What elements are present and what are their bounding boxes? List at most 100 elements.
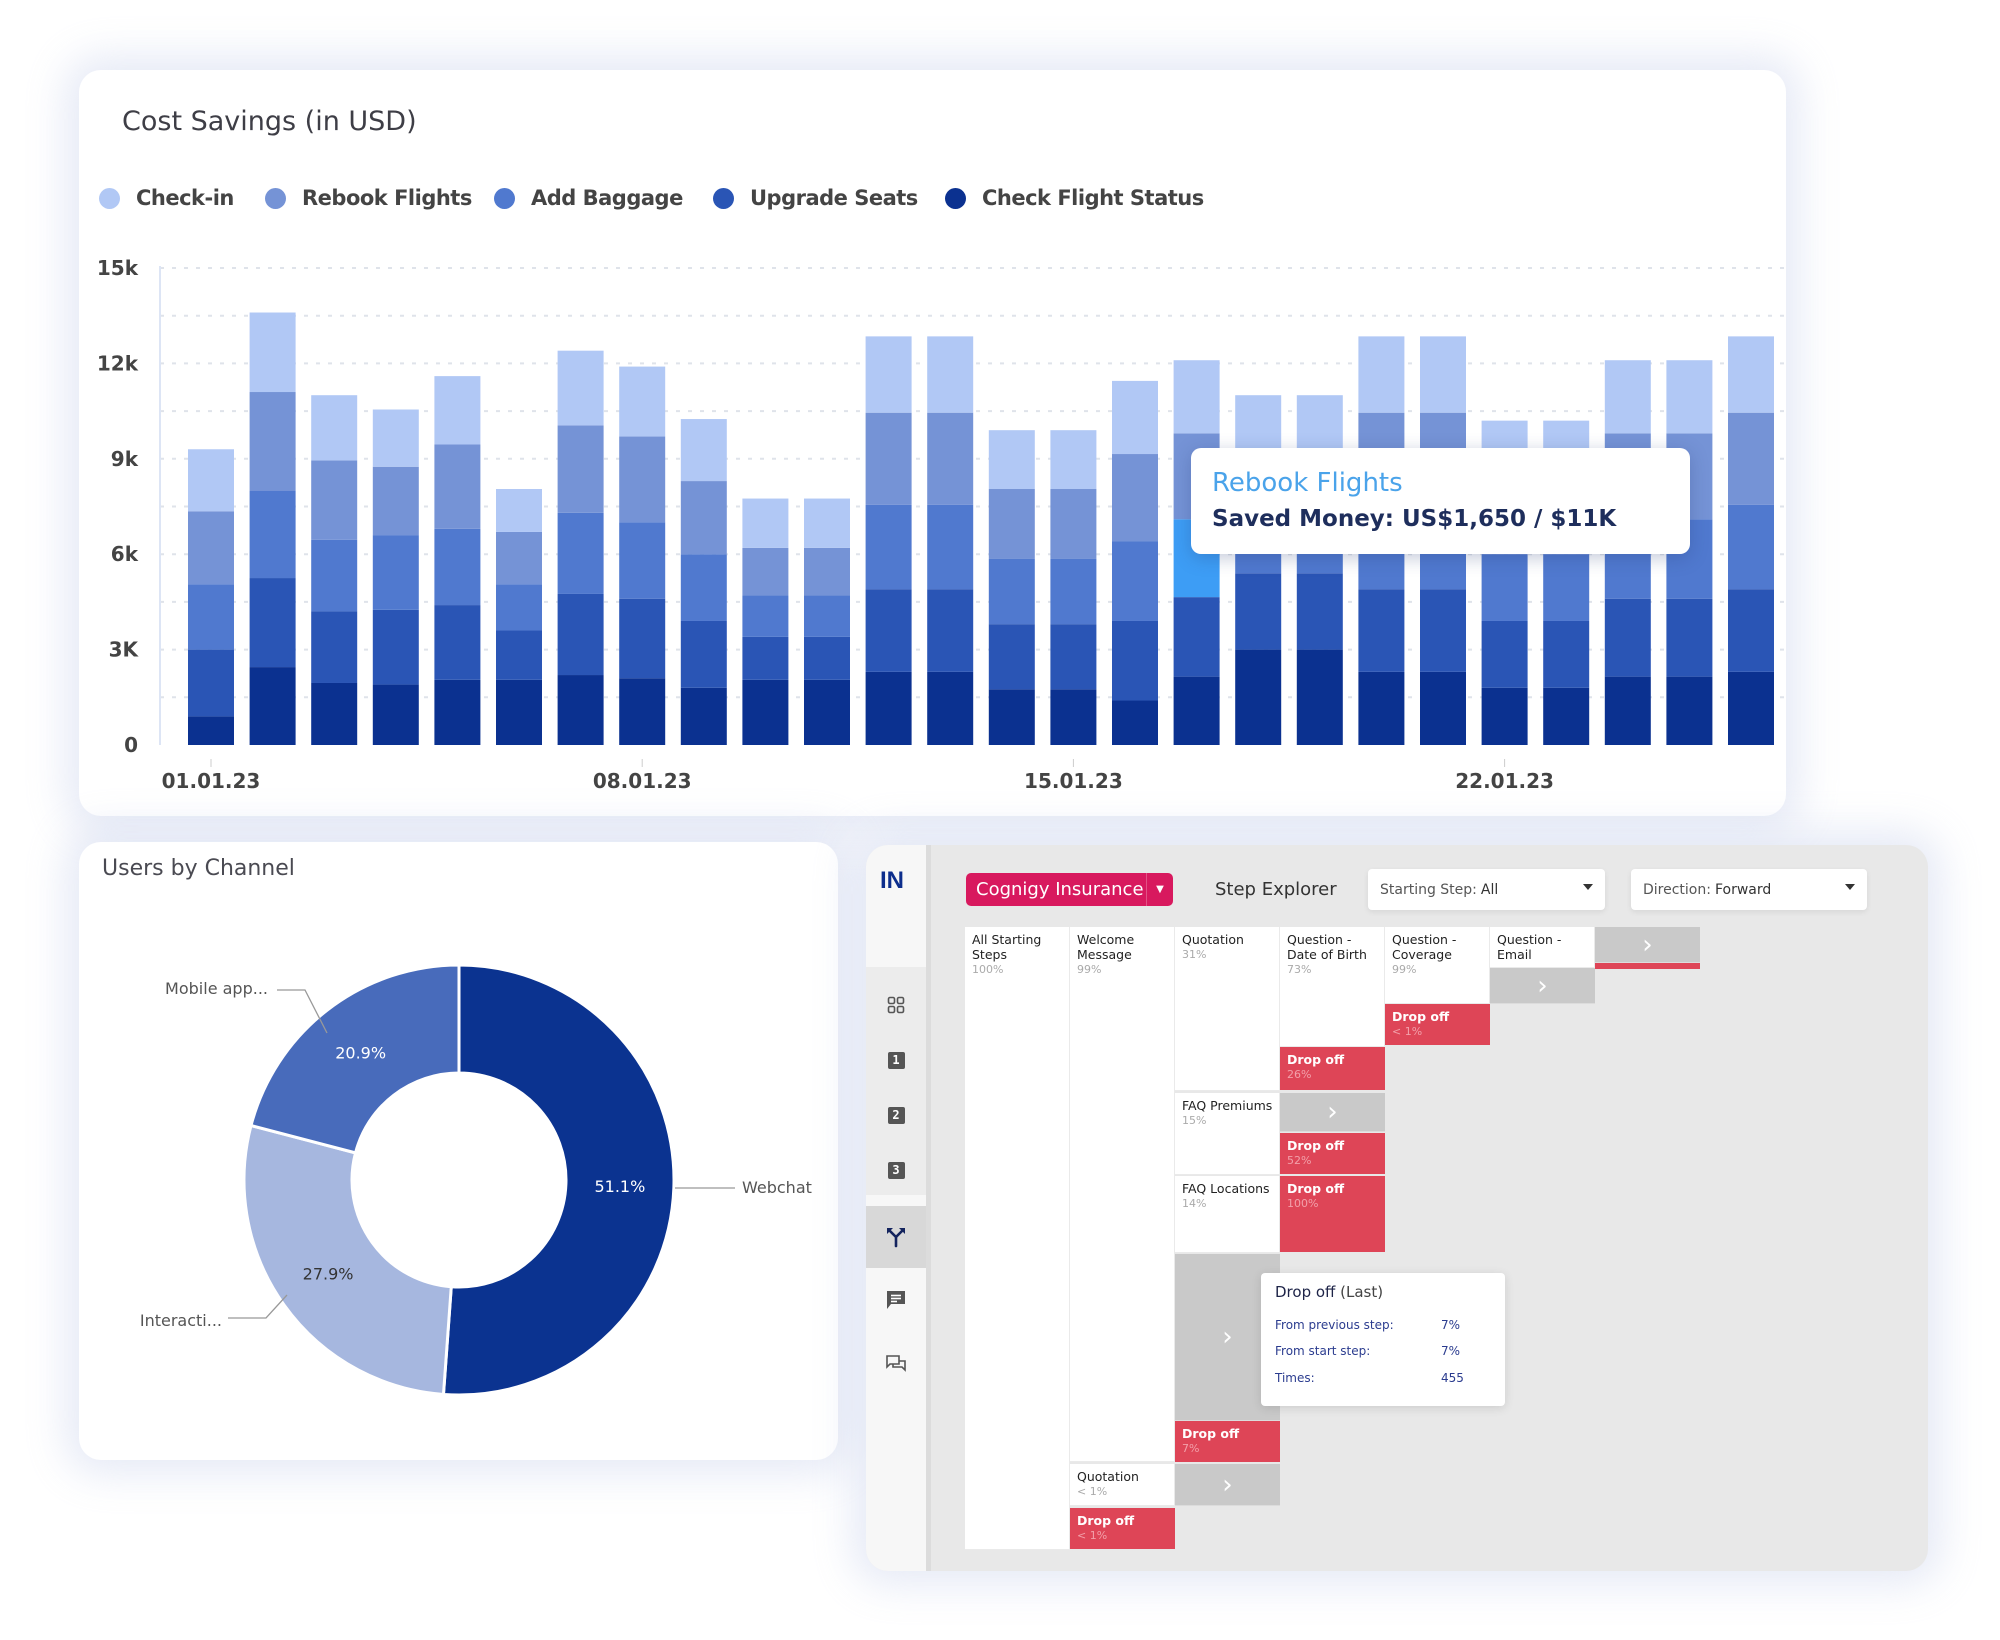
bar-segment-upgrade-seats[interactable]: [988, 624, 1035, 690]
bar-segment-add-baggage[interactable]: [865, 504, 912, 590]
bar-segment-add-baggage[interactable]: [927, 504, 974, 590]
bar-segment-rebook-flights[interactable]: [496, 531, 542, 585]
bar-segment-check-flight-status[interactable]: [988, 689, 1035, 745]
bar-segment-add-baggage[interactable]: [988, 558, 1035, 625]
step-node-faq-premiums[interactable]: FAQ Premiums 15%: [1175, 1093, 1280, 1175]
step-node-quotation[interactable]: Quotation 31%: [1175, 927, 1280, 1091]
step-node-all-starting-steps[interactable]: All Starting Steps 100%: [965, 927, 1070, 1550]
bar-segment-rebook-flights[interactable]: [619, 436, 666, 523]
bar-segment-check-flight-status[interactable]: [557, 675, 604, 745]
app-logo[interactable]: IN: [880, 867, 904, 895]
bar-segment-check-in[interactable]: [372, 409, 419, 467]
bar-segment-check-in[interactable]: [865, 336, 912, 413]
grid-icon[interactable]: [866, 990, 926, 1020]
bar-segment-check-in[interactable]: [249, 312, 296, 393]
bar-segment-check-flight-status[interactable]: [372, 684, 419, 745]
bar-segment-check-flight-status[interactable]: [1173, 676, 1220, 745]
bar-segment-check-flight-status[interactable]: [1358, 671, 1405, 745]
branch-icon[interactable]: [866, 1206, 926, 1268]
bar-segment-upgrade-seats[interactable]: [1296, 573, 1343, 650]
expand-step-button[interactable]: ›: [1175, 1464, 1280, 1506]
bar-segment-check-flight-status[interactable]: [1604, 676, 1651, 745]
bar-segment-check-flight-status[interactable]: [1112, 700, 1158, 745]
bar-segment-rebook-flights[interactable]: [1050, 489, 1097, 559]
bar-segment-check-in[interactable]: [557, 350, 604, 426]
bar-segment-add-baggage[interactable]: [1050, 558, 1097, 625]
bar-segment-add-baggage[interactable]: [1543, 554, 1590, 621]
expand-step-button[interactable]: ›: [1280, 1093, 1385, 1132]
bar-segment-check-in[interactable]: [1050, 430, 1097, 490]
step-node-faq-locations[interactable]: FAQ Locations 14%: [1175, 1176, 1280, 1253]
bar-segment-add-baggage[interactable]: [557, 512, 604, 594]
step-node-welcome-message[interactable]: Welcome Message 99%: [1070, 927, 1175, 1462]
step-node-quotation-secondary[interactable]: Quotation < 1%: [1070, 1464, 1175, 1506]
bar-segment-check-flight-status[interactable]: [1050, 689, 1097, 745]
step-2-icon[interactable]: 2: [866, 1100, 926, 1130]
bar-segment-check-in[interactable]: [1666, 360, 1713, 434]
step-3-icon[interactable]: 3: [866, 1155, 926, 1185]
bar-segment-check-flight-status[interactable]: [742, 679, 789, 745]
comment-icon[interactable]: [866, 1285, 926, 1315]
bar-segment-check-flight-status[interactable]: [1481, 687, 1528, 745]
bar-segment-check-flight-status[interactable]: [249, 667, 296, 745]
bar-segment-upgrade-seats[interactable]: [1420, 589, 1466, 672]
bar-segment-check-flight-status[interactable]: [619, 678, 666, 745]
bar-segment-rebook-flights[interactable]: [680, 481, 727, 555]
bar-segment-check-flight-status[interactable]: [1728, 671, 1774, 745]
bar-segment-rebook-flights[interactable]: [249, 392, 296, 491]
bar-segment-check-flight-status[interactable]: [865, 671, 912, 745]
bar-segment-check-flight-status[interactable]: [1235, 649, 1282, 745]
direction-select[interactable]: Direction: Forward: [1631, 869, 1867, 910]
bar-segment-check-in[interactable]: [1235, 395, 1282, 451]
bar-segment-check-in[interactable]: [742, 498, 789, 548]
bar-segment-check-flight-status[interactable]: [496, 679, 542, 745]
bar-segment-upgrade-seats[interactable]: [249, 578, 296, 668]
bar-segment-check-in[interactable]: [188, 449, 234, 512]
bar-segment-rebook-flights[interactable]: [434, 444, 481, 529]
bar-segment-upgrade-seats[interactable]: [680, 620, 727, 688]
bar-segment-rebook-flights[interactable]: [1112, 454, 1158, 542]
bar-segment-rebook-flights[interactable]: [988, 489, 1035, 559]
bar-segment-add-baggage[interactable]: [249, 490, 296, 579]
dropoff-node[interactable]: Drop off < 1%: [1385, 1004, 1490, 1046]
bar-segment-check-in[interactable]: [1420, 336, 1466, 413]
dropoff-node[interactable]: Drop off 52%: [1280, 1133, 1385, 1175]
bar-segment-add-baggage[interactable]: [188, 584, 234, 650]
bar-segment-upgrade-seats[interactable]: [372, 609, 419, 685]
dropoff-node[interactable]: Drop off 100%: [1280, 1176, 1385, 1253]
bar-segment-add-baggage[interactable]: [804, 595, 850, 637]
bar-segment-check-flight-status[interactable]: [311, 682, 358, 745]
bar-segment-rebook-flights[interactable]: [927, 412, 974, 505]
bar-segment-rebook-flights[interactable]: [865, 412, 912, 505]
bar-segment-upgrade-seats[interactable]: [804, 636, 850, 680]
bar-segment-check-in[interactable]: [1358, 336, 1405, 413]
bar-segment-rebook-flights[interactable]: [557, 425, 604, 513]
bar-segment-check-flight-status[interactable]: [1666, 676, 1713, 745]
bar-segment-upgrade-seats[interactable]: [1543, 620, 1590, 688]
project-selector-button[interactable]: Cognigy Insurance ▼: [966, 873, 1173, 906]
bar-segment-upgrade-seats[interactable]: [188, 649, 234, 717]
donut-slice-interacti[interactable]: [242, 1123, 453, 1397]
bar-segment-check-in[interactable]: [1728, 336, 1774, 413]
bar-segment-check-flight-status[interactable]: [927, 671, 974, 745]
bar-segment-check-flight-status[interactable]: [434, 679, 481, 745]
expand-step-button[interactable]: ›: [1595, 927, 1700, 963]
bar-segment-upgrade-seats[interactable]: [1728, 589, 1774, 672]
dropoff-node[interactable]: Drop off 26%: [1280, 1047, 1385, 1091]
bar-segment-upgrade-seats[interactable]: [865, 589, 912, 672]
bar-segment-upgrade-seats[interactable]: [1358, 589, 1405, 672]
bar-segment-check-in[interactable]: [988, 430, 1035, 490]
bar-segment-add-baggage[interactable]: [372, 535, 419, 610]
step-node-question-email[interactable]: Question - Email: [1490, 927, 1595, 968]
bar-segment-check-in[interactable]: [311, 395, 358, 461]
bar-segment-add-baggage[interactable]: [1112, 541, 1158, 621]
bar-segment-upgrade-seats[interactable]: [434, 605, 481, 680]
bar-segment-check-in[interactable]: [804, 498, 850, 548]
bar-segment-add-baggage[interactable]: [742, 595, 789, 637]
bar-segment-rebook-flights[interactable]: [372, 466, 419, 536]
dropoff-node[interactable]: Drop off 7%: [1175, 1421, 1280, 1463]
bar-segment-upgrade-seats[interactable]: [927, 589, 974, 672]
bar-segment-upgrade-seats[interactable]: [1112, 620, 1158, 701]
bar-segment-upgrade-seats[interactable]: [496, 630, 542, 680]
bar-segment-check-in[interactable]: [1296, 395, 1343, 451]
